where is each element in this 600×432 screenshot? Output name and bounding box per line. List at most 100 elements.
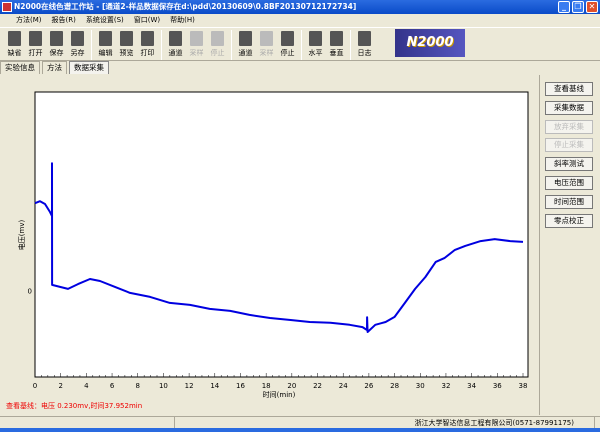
toolbar-button-3-1[interactable]: 采样 [256,28,277,60]
baseline-status-text: 查看基线：电压 0.230mv,时间37.952min [6,402,143,410]
x-tick-label: 10 [159,382,168,390]
toolbar-icon [71,31,84,46]
tab-0[interactable]: 实验信息 [0,61,40,74]
toolbar-label: 预览 [119,49,134,57]
menu-item[interactable]: 帮助(H) [170,14,195,27]
menu-item[interactable]: 窗口(W) [134,14,160,27]
toolbar-separator [350,30,351,60]
toolbar-button-1-1[interactable]: 预览 [116,28,137,60]
toolbar-icon [50,31,63,46]
side-button-panel: 查看基线采集数据放弃采集停止采集斜率测试电压范围时间范围零点校正 [545,82,597,232]
toolbar: 缺省 打开 保存 另存 编辑 预览 打印 通道 采样 停止 通道 采样 停止 水平 垂直 日志 N2000 [0,27,600,61]
toolbar-icon [260,31,273,46]
side-button-1[interactable]: 采集数据 [545,100,593,115]
menu-item[interactable]: 报告(R) [52,14,76,27]
toolbar-button-2-2[interactable]: 停止 [207,28,228,60]
toolbar-label: 另存 [70,49,85,57]
toolbar-button-0-3[interactable]: 另存 [67,28,88,60]
toolbar-separator [231,30,232,60]
toolbar-label: 保存 [49,49,64,57]
toolbar-button-2-0[interactable]: 通道 [165,28,186,60]
toolbar-button-3-2[interactable]: 停止 [277,28,298,60]
x-tick-label: 4 [84,382,89,390]
toolbar-label: 打开 [28,49,43,57]
x-tick-label: 0 [33,382,37,390]
x-tick-label: 28 [390,382,399,390]
toolbar-label: 采样 [259,49,274,57]
x-tick-label: 12 [185,382,194,390]
side-button-4[interactable]: 斜率测试 [545,157,593,172]
x-tick-label: 36 [493,382,502,390]
side-button-5[interactable]: 电压范围 [545,175,593,190]
menu-item[interactable]: 系统设置(S) [86,14,124,27]
toolbar-label: 停止 [280,49,295,57]
toolbar-button-1-2[interactable]: 打印 [137,28,158,60]
tab-bar: 实验信息 方法 数据采集 [0,61,111,74]
toolbar-icon [358,31,371,46]
toolbar-label: 停止 [210,49,225,57]
x-tick-label: 8 [136,382,140,390]
x-tick-label: 26 [364,382,373,390]
x-tick-label: 30 [416,382,425,390]
x-tick-label: 22 [313,382,322,390]
toolbar-label: 垂直 [329,49,344,57]
x-tick-label: 24 [339,382,348,390]
toolbar-icon [8,31,21,46]
toolbar-button-4-1[interactable]: 垂直 [326,28,347,60]
toolbar-icon [29,31,42,46]
menu-item[interactable]: 方法(M) [16,14,42,27]
toolbar-button-0-2[interactable]: 保存 [46,28,67,60]
side-button-2[interactable]: 放弃采集 [545,119,593,134]
side-button-7[interactable]: 零点校正 [545,213,593,228]
toolbar-icon [141,31,154,46]
toolbar-button-2-1[interactable]: 采样 [186,28,207,60]
toolbar-icon [99,31,112,46]
toolbar-label: 采样 [189,49,204,57]
y-tick-label: 0 [28,288,32,296]
x-tick-label: 20 [287,382,296,390]
toolbar-label: 通道 [238,49,253,57]
toolbar-icon [169,31,182,46]
status-bar: 浙江大学智达信息工程有限公司(0571-87991175) [0,416,600,429]
menu-bar: 方法(M) 报告(R) 系统设置(S) 窗口(W) 帮助(H) [0,14,600,27]
toolbar-label: 通道 [168,49,183,57]
toolbar-label: 日志 [357,49,372,57]
maximize-button[interactable]: ❐ [572,1,584,13]
toolbar-button-3-0[interactable]: 通道 [235,28,256,60]
tab-2[interactable]: 数据采集 [69,61,109,74]
toolbar-button-4-0[interactable]: 水平 [305,28,326,60]
toolbar-separator [161,30,162,60]
toolbar-label: 水平 [308,49,323,57]
window-title: N2000在线色谱工作站 - [通道2-样品数据保存在d:\pdd\201306… [14,2,357,11]
toolbar-icon [190,31,203,46]
x-tick-label: 34 [467,382,476,390]
y-axis-label: 电压(mv) [17,220,26,251]
app-icon [2,2,12,12]
side-button-6[interactable]: 时间范围 [545,194,593,209]
toolbar-icon [281,31,294,46]
title-bar: N2000在线色谱工作站 - [通道2-样品数据保存在d:\pdd\201306… [0,0,600,14]
toolbar-button-5-0[interactable]: 日志 [354,28,375,60]
toolbar-button-0-0[interactable]: 缺省 [4,28,25,60]
x-tick-label: 6 [110,382,115,390]
tab-1[interactable]: 方法 [42,61,67,74]
close-button[interactable]: ✕ [586,1,598,13]
toolbar-icon [211,31,224,46]
side-button-0[interactable]: 查看基线 [545,82,593,96]
toolbar-button-1-0[interactable]: 编辑 [95,28,116,60]
side-button-3[interactable]: 停止采集 [545,138,593,153]
x-tick-label: 32 [441,382,450,390]
x-tick-label: 14 [210,382,219,390]
x-tick-label: 16 [236,382,245,390]
toolbar-label: 缺省 [7,49,22,57]
chromatogram-chart: 0 2 4 6 8 10 12 14 16 18 20 22 24 26 28 30 32 34 36 380时间(m… [17,91,529,399]
toolbar-button-0-1[interactable]: 打开 [25,28,46,60]
toolbar-icon [239,31,252,46]
minimize-button[interactable]: _ [558,1,570,13]
toolbar-icon [309,31,322,46]
x-tick-label: 2 [58,382,62,390]
x-tick-label: 18 [262,382,271,390]
chart-panel: 0 2 4 6 8 10 12 14 16 18 20 22 24 26 28 30 32 34 36 38 0 时间(m… [0,75,540,415]
toolbar-label: 打印 [140,49,155,57]
toolbar-icon [120,31,133,46]
